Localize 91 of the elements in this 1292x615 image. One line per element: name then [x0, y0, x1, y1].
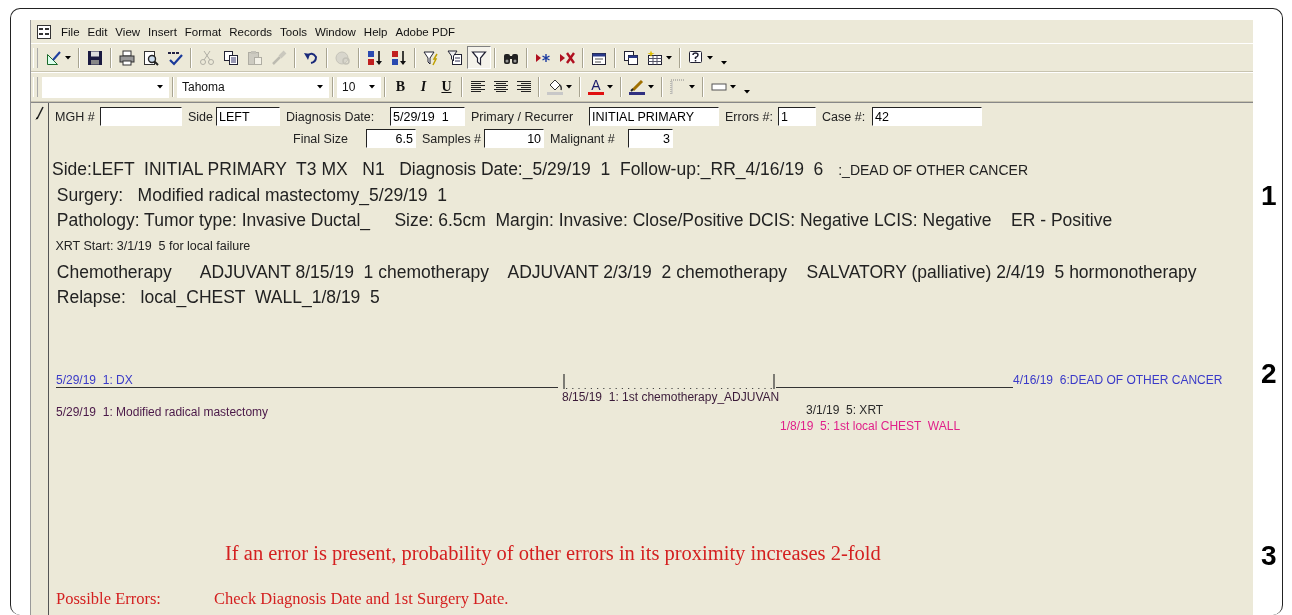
caret-icon: [666, 55, 672, 60]
menu-item[interactable]: Help: [359, 25, 392, 38]
field-label: Primary / Recurrer: [471, 109, 575, 124]
field-label: Malignant #: [550, 131, 616, 146]
sort-ascending-icon: [367, 49, 383, 66]
timeline-event: 5/29/19 1: DX: [56, 373, 133, 388]
menu-item[interactable]: Adobe PDF: [391, 25, 459, 38]
caret-icon: [317, 85, 323, 89]
align-icon: [516, 81, 531, 93]
align-icon: [470, 81, 485, 93]
format-button[interactable]: B: [389, 75, 412, 99]
input-field[interactable]: LEFT: [216, 107, 281, 126]
caret-icon: [648, 85, 654, 89]
sort-descending-icon: [391, 49, 407, 66]
clipboard-icon: [247, 49, 263, 66]
font-dropdown[interactable]: Tahoma: [177, 76, 329, 98]
windows-icon: [623, 49, 639, 66]
filter-icon: [471, 49, 487, 66]
summary-text: Side:LEFT INITIAL PRIMARY T3 MX N1 Diagnosis Date:_5/29/19 1 Follow-up:_RR_4/16/19 6: [52, 159, 824, 179]
menu-item[interactable]: Window: [310, 25, 360, 38]
field-label: Final Size: [293, 131, 349, 146]
timeline-event: 4/16/19 6:DEAD OF OTHER CANCER: [1013, 373, 1223, 388]
summary-note: :_DEAD OF OTHER CANCER: [838, 162, 1029, 178]
caret-icon[interactable]: [744, 90, 750, 94]
error-message: Check Diagnosis Date and 1st Surgery Date.: [214, 589, 509, 610]
input-field[interactable]: INITIAL PRIMARY: [589, 107, 720, 126]
pencil-icon: [34, 106, 45, 120]
input-field[interactable]: 3: [628, 129, 674, 148]
set-square-icon: [46, 49, 62, 66]
toolbar-button[interactable]: [467, 46, 491, 69]
field-label: MGH #: [55, 109, 96, 124]
timeline-event: 5/29/19 1: Modified radical mastectomy: [56, 405, 269, 420]
input-field[interactable]: 1: [778, 107, 817, 126]
menu-item[interactable]: Format: [180, 25, 226, 38]
caret-icon: [566, 85, 572, 89]
summary-text: Pathology: Tumor type: Invasive Ductal_ Size: 6.5cm Margin: Invasive: Close/Positive DCIS: Negative LCIS: Negative ER - Positive: [55, 209, 1114, 233]
summary-text: XRT Start: 3/1/19 5 for local failure: [54, 238, 252, 256]
field-label: Case #:: [822, 109, 867, 124]
brush-icon: [271, 49, 287, 66]
format-button[interactable]: I: [412, 75, 435, 99]
pencil-icon: [629, 79, 645, 92]
field-label: Diagnosis Date:: [286, 109, 376, 124]
caret-icon: [65, 55, 71, 60]
color-button[interactable]: A: [584, 75, 617, 99]
menu-item[interactable]: Records: [225, 25, 277, 38]
errors-label: Possible Errors:: [56, 589, 162, 610]
caret-icon: [707, 55, 713, 60]
error-notice: If an error is present, probability of other errors in its proximity increases 2-fold: [224, 542, 882, 566]
caret-icon: [607, 85, 613, 89]
filter-lightning-icon: [423, 49, 439, 66]
caret-icon: [689, 85, 695, 89]
input-field[interactable]: [100, 107, 182, 126]
printer-icon: [119, 49, 135, 66]
input-field[interactable]: 6.5: [366, 129, 416, 148]
summary-text: Surgery: Modified radical mastectomy_5/29/19 1: [55, 183, 448, 208]
timeline-event: 8/15/19 1: 1st chemotherapy_ADJUVAN: [562, 390, 780, 405]
menu-item[interactable]: Edit: [83, 25, 112, 38]
input-field[interactable]: 5/29/19 1: [390, 107, 466, 126]
spell-check-icon: [167, 49, 183, 66]
page-magnifier-icon: [143, 49, 159, 66]
menu-item[interactable]: View: [111, 25, 145, 38]
caret-icon: [369, 85, 375, 89]
border-icon: [670, 79, 686, 95]
menu-item[interactable]: Tools: [276, 25, 311, 38]
input-field[interactable]: 42: [872, 107, 983, 126]
align-icon: [493, 81, 508, 93]
summary-text: Relapse: local_CHEST WALL_1/8/19 5: [55, 286, 381, 310]
caret-icon: [157, 85, 163, 89]
font-color-letter: A: [591, 79, 601, 92]
menu-item[interactable]: Insert: [144, 25, 181, 38]
field-label: Errors #:: [725, 109, 774, 124]
field-label: Samples #: [422, 131, 483, 146]
field-label: Side: [188, 109, 215, 124]
form-icon[interactable]: [37, 24, 51, 39]
filter-form-icon: [447, 49, 463, 66]
font-size-dropdown[interactable]: 10: [337, 76, 381, 98]
caret-icon: [730, 85, 736, 89]
caret-icon[interactable]: [721, 60, 727, 65]
timeline-event: 1/8/19 5: 1st local CHEST WALL: [780, 419, 961, 434]
scissors-icon: [199, 49, 215, 66]
rectangle-icon: [711, 83, 727, 91]
help-icon: [688, 49, 704, 66]
new-object-icon: [647, 49, 663, 66]
globe-icon: [335, 49, 351, 66]
menu-item[interactable]: File: [57, 25, 84, 38]
summary-text: Chemotherapy ADJUVANT 8/15/19 1 chemotherapy ADJUVANT 2/3/19 2 chemotherapy SALVATORY (palliative) 2/4/19 5 hormonotherapy: [55, 260, 1198, 284]
paint-bucket-icon: [547, 79, 563, 92]
format-button[interactable]: U: [435, 75, 458, 99]
input-field[interactable]: 10: [484, 129, 545, 148]
copy-icon: [223, 49, 239, 66]
timeline-event: 3/1/19 5: XRT: [806, 403, 884, 418]
